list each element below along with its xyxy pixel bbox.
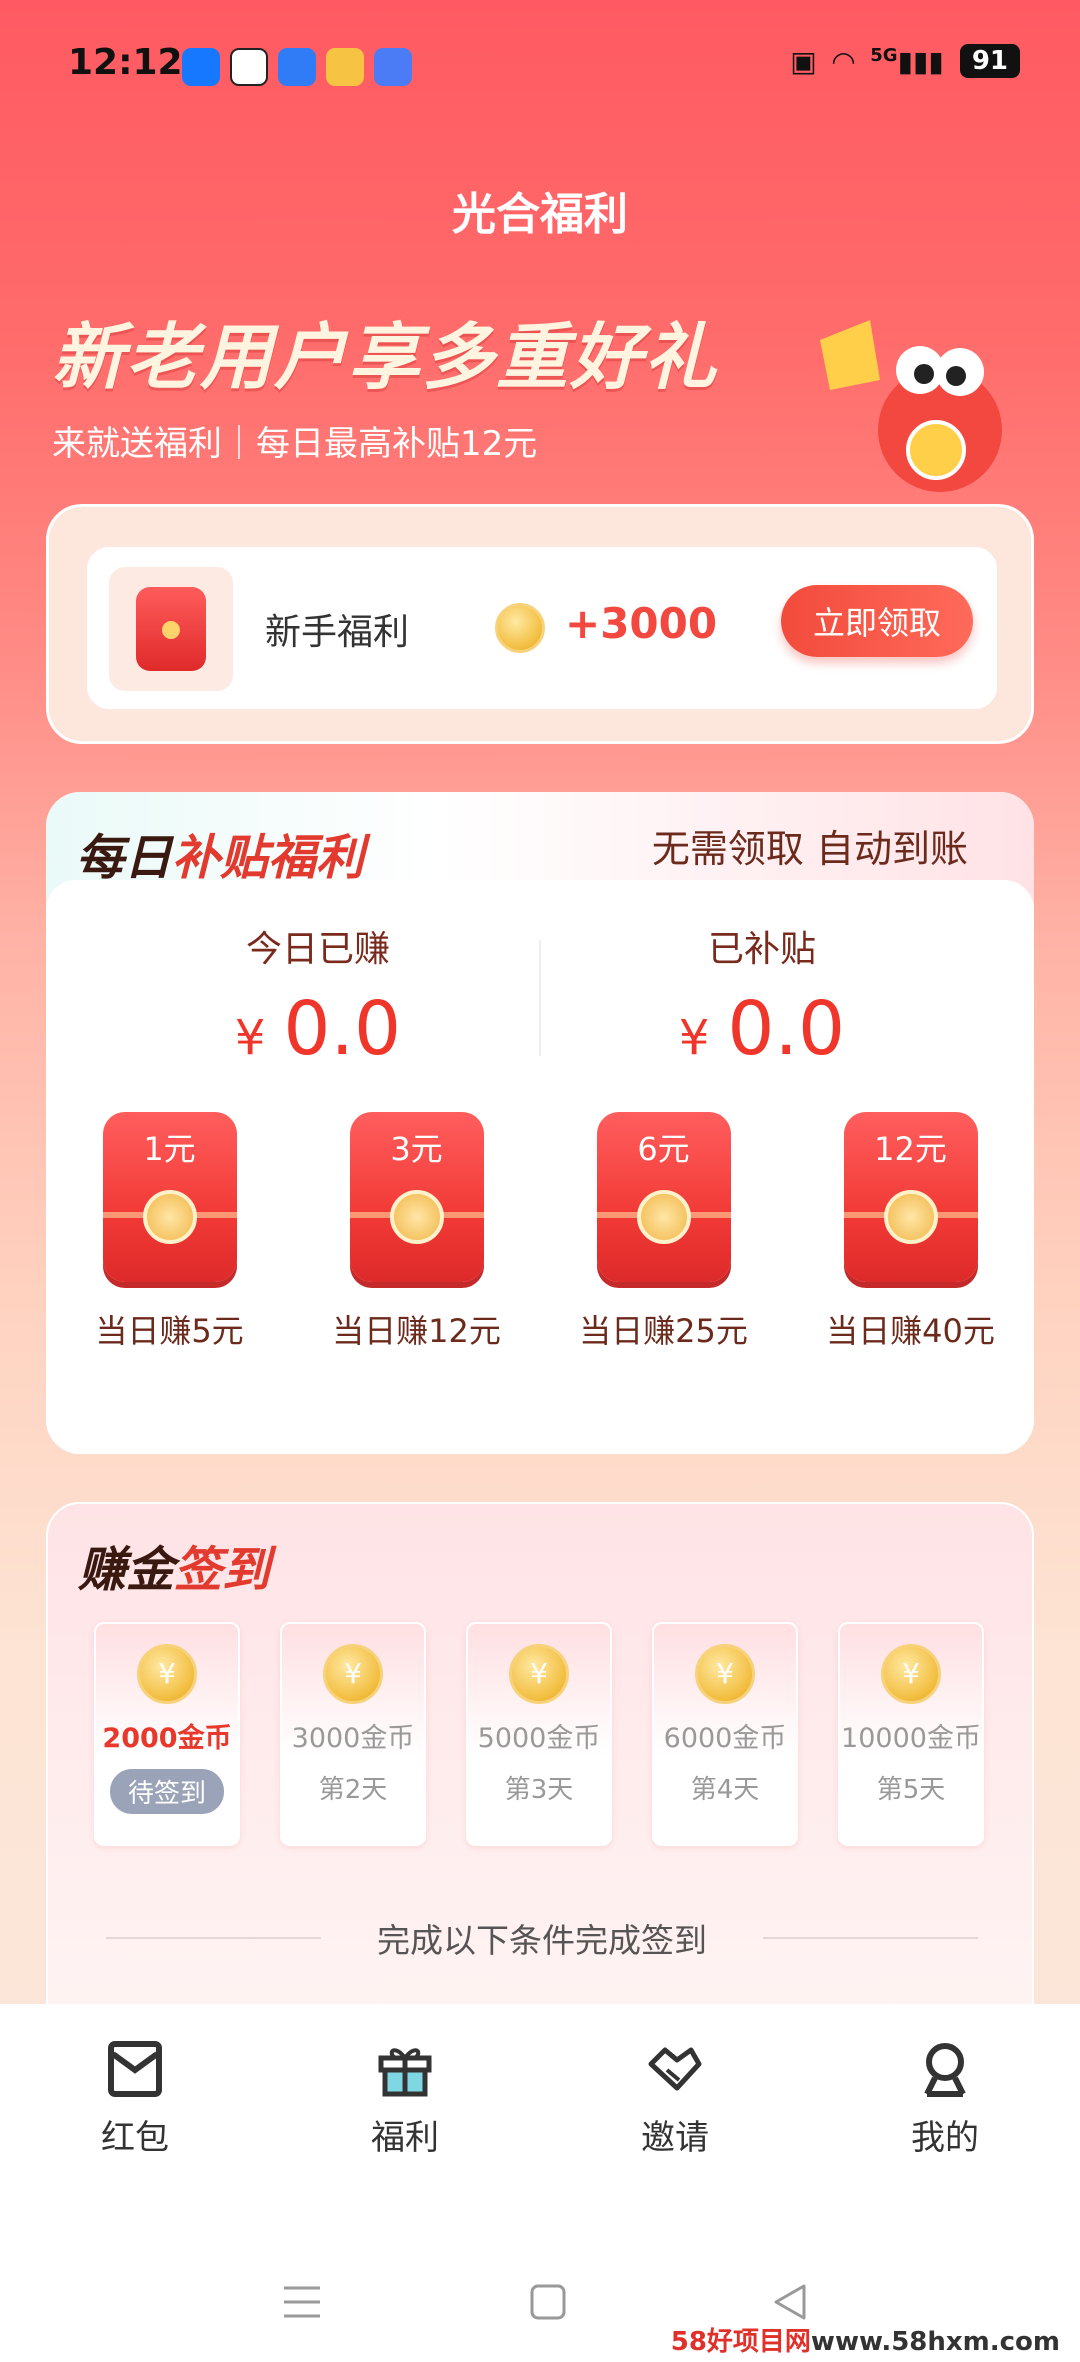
signin-day-status: 第3天 [504, 1775, 574, 1805]
signin-day-coins: 5000金币 [477, 1723, 601, 1754]
signin-day[interactable]: ¥ 10000金币 第5天 [838, 1622, 984, 1846]
daily-subsidy-tag: 无需领取 自动到账 [651, 827, 968, 871]
subsidized-value: ¥0.0 [678, 986, 846, 1072]
red-packet-icon: 12元 [843, 1112, 978, 1282]
gift-icon [378, 2048, 432, 2097]
red-packet-caption: 当日赚40元 [826, 1312, 995, 1350]
coin-icon: ¥ [323, 1644, 383, 1704]
signin-day-coins: 2000金币 [102, 1723, 232, 1754]
battery-icon: 91 [959, 44, 1020, 78]
notification-icons [182, 48, 412, 86]
signin-day[interactable]: ¥ 3000金币 第2天 [280, 1622, 426, 1846]
page-title: 光合福利 [452, 189, 628, 240]
back-icon[interactable] [770, 2282, 810, 2322]
app-notification-icon [182, 48, 220, 86]
signal-icon: 5G▮▮▮ [870, 44, 944, 78]
stat-divider [539, 940, 541, 1056]
signin-condition: 完成以下条件完成签到 [106, 1914, 978, 1962]
signin-day-list: ¥ 2000金币 待签到 ¥ 3000金币 第2天 ¥ 5000金币 第3天 ¥… [94, 1622, 984, 1846]
hero-title: 新老用户享多重好礼 [52, 315, 719, 399]
red-packet-icon: 6元 [596, 1112, 731, 1282]
tab-label: 我的 [911, 2118, 979, 2158]
newbie-benefit-row: 新手福利 +3000 立即领取 [87, 547, 997, 709]
tab-label: 邀请 [641, 2118, 709, 2158]
divider [763, 1937, 978, 1939]
red-packet-caption: 当日赚5元 [95, 1312, 244, 1350]
red-packet-icon [108, 2041, 162, 2097]
system-icons: ▣ ◠ 5G▮▮▮ 91 [790, 44, 1020, 78]
gift-box-icon [109, 567, 233, 691]
mascot-illustration [820, 320, 1002, 492]
subsidized-label: 已补贴 [707, 929, 816, 970]
earned-today: 今日已赚 ¥0.0 [108, 920, 528, 1072]
daily-subsidy-card: 每日补贴福利 无需领取 自动到账 今日已赚 ¥0.0 已补贴 ¥0.0 1元 当… [46, 792, 1034, 1454]
nfc-icon: ▣ [790, 44, 817, 78]
daily-subsidy-title: 每日补贴福利 [76, 830, 365, 886]
red-packet-item[interactable]: 6元 当日赚25元 [540, 1112, 787, 1352]
coin-icon: ¥ [695, 1644, 755, 1704]
wifi-icon: ◠ [832, 44, 855, 78]
subsidized: 已补贴 ¥0.0 [552, 920, 972, 1072]
coin-icon: ¥ [137, 1644, 197, 1704]
coin-icon: ¥ [881, 1644, 941, 1704]
newbie-amount: +3000 [565, 599, 718, 648]
daily-subsidy-body: 今日已赚 ¥0.0 已补贴 ¥0.0 1元 当日赚5元 3元 当日赚12元 6元… [46, 880, 1034, 1454]
earned-today-label: 今日已赚 [245, 929, 390, 970]
signin-day-status[interactable]: 待签到 [109, 1769, 224, 1814]
home-icon[interactable] [528, 2282, 568, 2322]
red-packet-item[interactable]: 3元 当日赚12元 [293, 1112, 540, 1352]
bottom-tab-bar: 红包 福利 邀请 我的 58好项目网www.58hxm.com [0, 2004, 1080, 2362]
divider [106, 1937, 321, 1939]
tab-invite[interactable]: 邀请 [540, 2040, 810, 2159]
hero-subtitle: 来就送福利｜每日最高补贴12元 [52, 424, 538, 464]
tab-label: 福利 [371, 2118, 439, 2158]
qq-icon [230, 48, 268, 86]
signin-day-status: 第4天 [690, 1775, 760, 1805]
red-packet-caption: 当日赚12元 [332, 1312, 501, 1350]
red-packet-list: 1元 当日赚5元 3元 当日赚12元 6元 当日赚25元 12元 当日赚40元 [46, 1112, 1034, 1352]
status-bar: 12:12 ▣ ◠ 5G▮▮▮ 91 [0, 0, 1080, 130]
claim-now-button[interactable]: 立即领取 [781, 585, 973, 657]
earned-today-value: ¥0.0 [234, 986, 402, 1072]
menu-icon[interactable] [282, 2282, 322, 2322]
signin-day-coins: 10000金币 [841, 1723, 981, 1754]
tab-profile[interactable]: 我的 [810, 2040, 1080, 2159]
coin-icon [495, 603, 545, 653]
weibo-icon [326, 48, 364, 86]
signin-title: 赚金签到 [78, 1542, 271, 1598]
signin-day-status: 第5天 [876, 1775, 946, 1805]
tab-label: 红包 [101, 2118, 169, 2158]
signin-card: 赚金签到 ¥ 2000金币 待签到 ¥ 3000金币 第2天 ¥ 5000金币 … [46, 1502, 1034, 2022]
mail-icon [374, 48, 412, 86]
newbie-benefit-card: 新手福利 +3000 立即领取 [46, 504, 1034, 744]
handshake-icon [648, 2047, 702, 2091]
tab-red-packet[interactable]: 红包 [0, 2040, 270, 2159]
signin-day-status: 第2天 [318, 1775, 388, 1805]
tab-benefits[interactable]: 福利 [270, 2040, 540, 2159]
signin-day-coins: 6000金币 [663, 1723, 787, 1754]
red-packet-item[interactable]: 12元 当日赚40元 [787, 1112, 1034, 1352]
signin-day[interactable]: ¥ 2000金币 待签到 [94, 1622, 240, 1846]
status-time: 12:12 [68, 42, 183, 83]
red-packet-icon: 1元 [102, 1112, 237, 1282]
watermark: 58好项目网www.58hxm.com [670, 2327, 1060, 2357]
red-packet-caption: 当日赚25元 [579, 1312, 748, 1350]
signin-condition-text: 完成以下条件完成签到 [377, 1921, 707, 1960]
red-packet-icon: 3元 [349, 1112, 484, 1282]
profile-icon [924, 2043, 966, 2097]
signin-day[interactable]: ¥ 5000金币 第3天 [466, 1622, 612, 1846]
coin-icon: ¥ [509, 1644, 569, 1704]
red-packet-item[interactable]: 1元 当日赚5元 [46, 1112, 293, 1352]
signin-day-coins: 3000金币 [291, 1723, 415, 1754]
signin-day[interactable]: ¥ 6000金币 第4天 [652, 1622, 798, 1846]
message-icon [278, 48, 316, 86]
newbie-label: 新手福利 [265, 612, 410, 653]
